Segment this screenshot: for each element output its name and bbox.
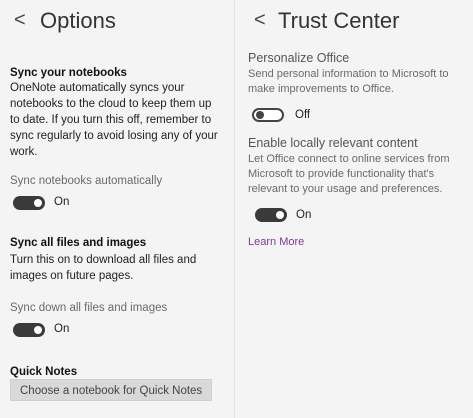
toggle-knob <box>276 211 284 219</box>
local-content-toggle-state: On <box>296 209 312 221</box>
sync-files-description: Turn this on to download all files and i… <box>10 252 196 284</box>
local-content-heading: Enable locally relevant content <box>248 136 418 150</box>
sync-files-toggle[interactable] <box>13 323 45 337</box>
desc-line: notebooks to the cloud to keep them up <box>10 98 212 110</box>
personalize-office-heading: Personalize Office <box>248 51 350 65</box>
sync-notebooks-toggle[interactable] <box>13 196 45 210</box>
sync-notebooks-label: Sync notebooks automatically <box>10 175 163 187</box>
sync-files-heading: Sync all files and images <box>10 237 147 249</box>
desc-line: work. <box>10 146 38 158</box>
personalize-office-toggle[interactable] <box>252 108 284 122</box>
desc-line: images on future pages. <box>10 270 134 282</box>
personalize-office-toggle-state: Off <box>295 109 311 121</box>
back-arrow-icon[interactable]: < <box>14 9 26 32</box>
trust-center-pane: < Trust Center Personalize Office Send p… <box>235 0 473 418</box>
personalize-office-description: Send personal information to Microsoft t… <box>248 67 449 97</box>
sync-notebooks-toggle-state: On <box>54 196 70 208</box>
back-arrow-icon[interactable]: < <box>254 9 266 32</box>
desc-line: to date. If you turn this off, remember … <box>10 114 212 126</box>
options-pane: < Options Sync your notebooks OneNote au… <box>0 0 235 418</box>
desc-line: sync regularly to avoid losing any of yo… <box>10 130 218 142</box>
local-content-toggle[interactable] <box>255 208 287 222</box>
desc-line: Microsoft to provide functionality that'… <box>248 168 435 180</box>
choose-notebook-button[interactable]: Choose a notebook for Quick Notes <box>10 379 213 401</box>
toggle-knob <box>34 326 42 334</box>
desc-line: Let Office connect to online services fr… <box>248 153 450 165</box>
local-content-description: Let Office connect to online services fr… <box>248 152 450 197</box>
sync-files-label: Sync down all files and images <box>10 302 168 314</box>
toggle-knob <box>34 199 42 207</box>
sync-notebooks-description: OneNote automatically syncs your noteboo… <box>10 80 218 160</box>
desc-line: Turn this on to download all files and <box>10 254 197 266</box>
sync-notebooks-heading: Sync your notebooks <box>10 67 127 79</box>
desc-line: OneNote automatically syncs your <box>10 82 185 94</box>
toggle-knob <box>256 111 264 119</box>
desc-line: relevant to your usage and preferences. <box>248 183 443 195</box>
trust-center-title: Trust Center <box>278 8 400 33</box>
sync-files-toggle-state: On <box>54 323 70 335</box>
desc-line: Send personal information to Microsoft t… <box>248 68 449 80</box>
learn-more-link[interactable]: Learn More <box>248 236 304 248</box>
options-title: Options <box>40 8 116 33</box>
desc-line: make improvements to Office. <box>248 83 394 95</box>
quick-notes-heading: Quick Notes <box>10 366 78 378</box>
